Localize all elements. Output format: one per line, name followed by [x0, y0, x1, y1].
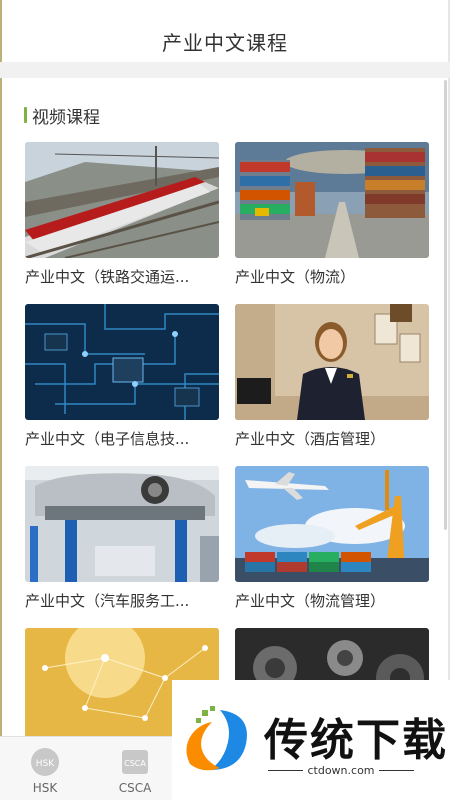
page-title: 产业中文课程 [162, 31, 288, 55]
course-title: 产业中文（物流管理） [235, 592, 386, 610]
page-left-border [0, 0, 2, 800]
divider [268, 770, 304, 771]
tab-label: HSK [32, 781, 58, 795]
scrollbar[interactable] [444, 80, 447, 530]
course-card-railway[interactable]: 产业中文（铁路交通运... [25, 142, 219, 288]
ctdown-logo-icon [186, 706, 247, 771]
tab-label: CSCA [118, 781, 152, 795]
section-header: 视频课程 [24, 104, 100, 128]
course-thumbnail-railway [25, 142, 219, 258]
course-card-auto-service[interactable]: 产业中文（汽车服务工... [25, 466, 219, 612]
course-title: 产业中文（酒店管理） [235, 430, 386, 448]
course-card-electronics[interactable]: 产业中文（电子信息技... [25, 304, 219, 450]
app-header: 产业中文课程 [0, 0, 450, 62]
divider [378, 770, 414, 771]
watermark-url: ctdown.com [264, 764, 418, 777]
course-title: 产业中文（铁路交通运... [25, 268, 190, 286]
course-title: 产业中文（物流） [235, 268, 356, 286]
course-thumbnail-electronics [25, 304, 219, 420]
csca-icon: CSCA [122, 750, 148, 774]
section-title: 视频课程 [32, 107, 100, 128]
course-card-logistics[interactable]: 产业中文（物流） [235, 142, 429, 288]
section-accent-bar [24, 107, 27, 123]
svg-text:CSCA: CSCA [124, 759, 146, 768]
header-divider [0, 62, 450, 78]
course-title: 产业中文（汽车服务工... [25, 592, 190, 610]
course-thumbnail-hotel [235, 304, 429, 420]
course-thumbnail-logistics [235, 142, 429, 258]
course-thumbnail-auto-service [25, 466, 219, 582]
course-title: 产业中文（电子信息技... [25, 430, 190, 448]
watermark-url-text: ctdown.com [307, 764, 375, 777]
watermark-title: 传统下载 [264, 715, 448, 766]
hsk-icon: HSK [31, 748, 59, 776]
tab-hsk[interactable]: HSK HSK [5, 737, 85, 800]
svg-text:HSK: HSK [36, 759, 55, 769]
course-thumbnail-logistics-management [235, 466, 429, 582]
watermark-overlay: 传统下载 ctdown.com [172, 680, 450, 800]
tab-csca[interactable]: CSCA CSCA [95, 737, 175, 800]
course-card-hotel[interactable]: 产业中文（酒店管理） [235, 304, 429, 450]
course-card-logistics-management[interactable]: 产业中文（物流管理） [235, 466, 429, 612]
